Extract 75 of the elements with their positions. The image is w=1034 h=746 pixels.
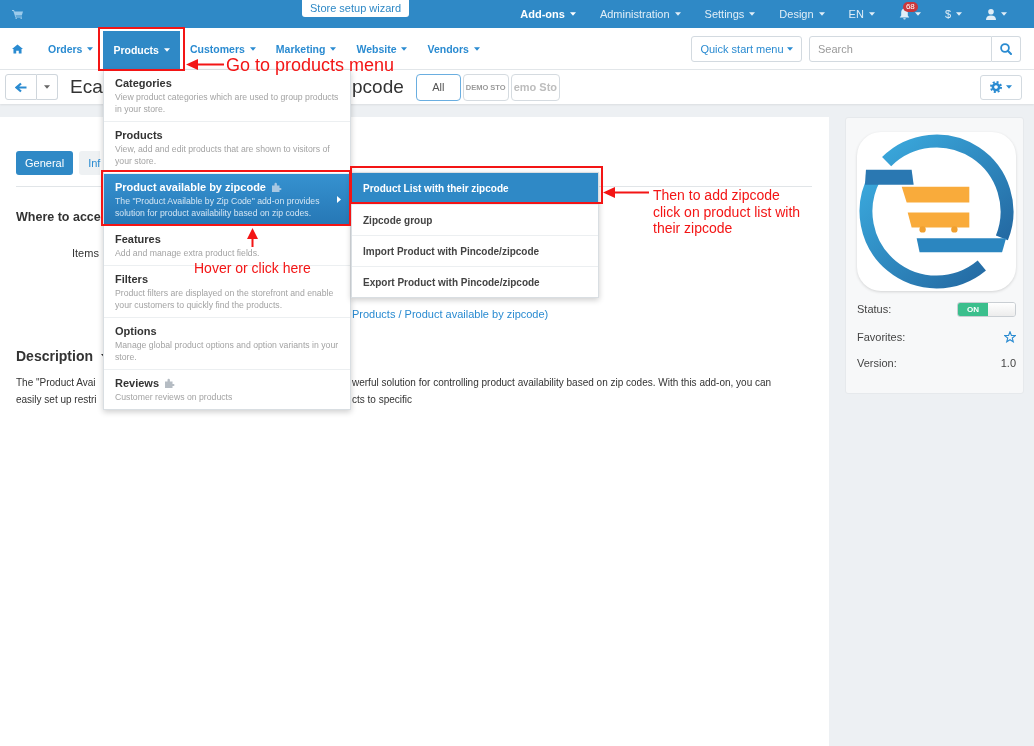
description-text: easily set up restri xyxy=(16,393,97,407)
user-icon xyxy=(986,8,996,20)
storefront-button[interactable]: All xyxy=(415,73,461,101)
caret-icon xyxy=(786,46,793,51)
caret-icon xyxy=(749,12,756,16)
search-field[interactable]: Search xyxy=(809,35,992,62)
caret-icon xyxy=(44,85,50,89)
submenu-item[interactable]: Export Product with Pincode/zipcode xyxy=(352,266,598,297)
arrow-icon xyxy=(603,187,649,198)
history-dropdown-button[interactable] xyxy=(37,74,58,100)
tab[interactable]: General xyxy=(16,151,74,175)
settings-button[interactable] xyxy=(980,74,1022,100)
caret-icon xyxy=(87,46,94,51)
menu-item[interactable]: Options Manage global product options and option variants in your store. xyxy=(104,317,350,369)
settings-icon xyxy=(990,81,1002,93)
annotation-text: Then to add zipcode click on product list with their zipcode xyxy=(653,187,801,237)
top-menu-item[interactable]: Administration xyxy=(599,7,681,21)
nav-menu-item[interactable]: Website xyxy=(356,42,408,55)
caret-icon xyxy=(569,12,576,16)
search-button[interactable] xyxy=(992,35,1021,62)
star-icon[interactable] xyxy=(1004,331,1016,343)
caret-icon xyxy=(956,12,962,16)
field-label: Items xyxy=(72,247,99,259)
nav-menu-item[interactable]: Marketing xyxy=(275,42,337,55)
favorites-label: Favorites: xyxy=(857,331,906,343)
caret-icon xyxy=(1006,85,1012,89)
top-menu-item[interactable]: EN xyxy=(848,7,875,21)
version-value: 1.0 xyxy=(1000,357,1016,369)
top-menu-item[interactable]: $ xyxy=(944,7,962,21)
arrow-icon xyxy=(246,228,258,247)
menu-path-link[interactable]: Products / Product available by zipcode) xyxy=(352,308,549,320)
caret-icon xyxy=(249,46,256,51)
arrow-icon xyxy=(186,58,224,70)
version-label: Version: xyxy=(857,357,897,369)
status-toggle[interactable]: ON xyxy=(957,301,1016,317)
top-menu-item[interactable]: Design xyxy=(779,7,825,21)
menu-item[interactable]: Reviews Customer reviews on products xyxy=(104,369,350,409)
tab[interactable]: Inf xyxy=(79,151,101,175)
caret-icon xyxy=(473,46,480,51)
caret-icon xyxy=(818,12,825,16)
submenu-item[interactable]: Import Product with Pincode/zipcode xyxy=(352,235,598,266)
description-text: The "Product Avai xyxy=(16,376,96,390)
nav-menu-item[interactable]: Products xyxy=(103,31,180,69)
caret-right-icon xyxy=(337,196,341,203)
search-icon xyxy=(1000,42,1012,55)
section-heading: Where to acce xyxy=(16,210,101,224)
description-text: werful solution for controlling product availability based on zip codes. With this add-on, you can xyxy=(352,376,772,390)
notification-badge: 68 xyxy=(902,2,918,12)
setup-wizard-button[interactable]: Store setup wizard xyxy=(302,0,410,17)
page-title: Eca xyxy=(70,75,103,99)
annotation-text: Go to products menu xyxy=(226,55,395,74)
arrow-left-icon xyxy=(15,81,27,93)
back-button[interactable] xyxy=(5,74,37,100)
user-menu-button[interactable] xyxy=(986,8,1007,20)
submenu-item[interactable]: Zipcode group xyxy=(352,204,598,235)
top-menu-item[interactable]: Add-ons xyxy=(520,7,576,21)
top-menu-item[interactable]: Settings xyxy=(704,7,756,21)
nav-menu-item[interactable]: Vendors xyxy=(427,42,480,55)
status-label: Status: xyxy=(857,303,892,315)
page-title: pcode xyxy=(352,75,404,99)
nav-menu-item[interactable]: Orders xyxy=(48,42,94,55)
nav-menu-item[interactable]: Customers xyxy=(189,42,256,55)
description-text: cts to specific xyxy=(352,393,413,407)
caret-icon xyxy=(401,46,408,51)
home-icon xyxy=(12,43,23,54)
menu-item[interactable]: Product available by zipcode The "Product Available by Zip Code" add-on provides solution for product availability based on zip codes. xyxy=(104,173,350,225)
caret-icon xyxy=(163,48,170,52)
caret-icon xyxy=(868,12,875,16)
submenu-item[interactable]: Product List with their zipcode xyxy=(352,173,598,204)
caret-icon xyxy=(1001,12,1007,16)
quick-start-menu-button[interactable]: Quick start menu xyxy=(691,35,802,62)
caret-icon xyxy=(330,46,337,51)
caret-icon xyxy=(674,12,681,16)
caret-icon xyxy=(914,12,921,16)
cart-icon[interactable] xyxy=(12,9,23,19)
